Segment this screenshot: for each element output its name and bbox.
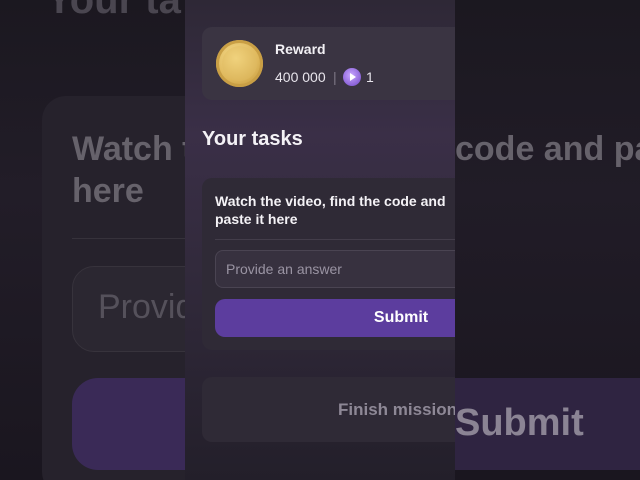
reward-amount: 400 000 [275,69,326,85]
task-divider [215,239,455,240]
task-card: Watch the video, find the code and paste… [202,178,455,350]
background-right-submit-label: Submit [455,402,584,444]
background-title-fragment: Your ta [46,0,181,22]
submit-button[interactable]: Submit [215,299,455,337]
reward-card: Reward 400 000 | 1 [202,27,455,100]
answer-input[interactable] [215,250,455,288]
finish-mission-button[interactable]: Finish mission [202,377,455,442]
video-frame: Your ta Watch th here Provid Reward 400 … [0,0,640,480]
background-right-task-text: code and past [455,130,640,168]
background-input-placeholder: Provid [98,288,195,326]
reward-separator: | [333,69,337,85]
task-instruction: Watch the video, find the code and paste… [215,193,446,227]
purple-play-gem-icon [343,68,361,86]
mobile-screen: Reward 400 000 | 1 Your tasks Watch the … [185,0,455,480]
reward-label: Reward [275,41,326,57]
section-title: Your tasks [202,128,303,150]
gold-coin-icon [216,40,263,87]
gem-count: 1 [366,69,374,85]
